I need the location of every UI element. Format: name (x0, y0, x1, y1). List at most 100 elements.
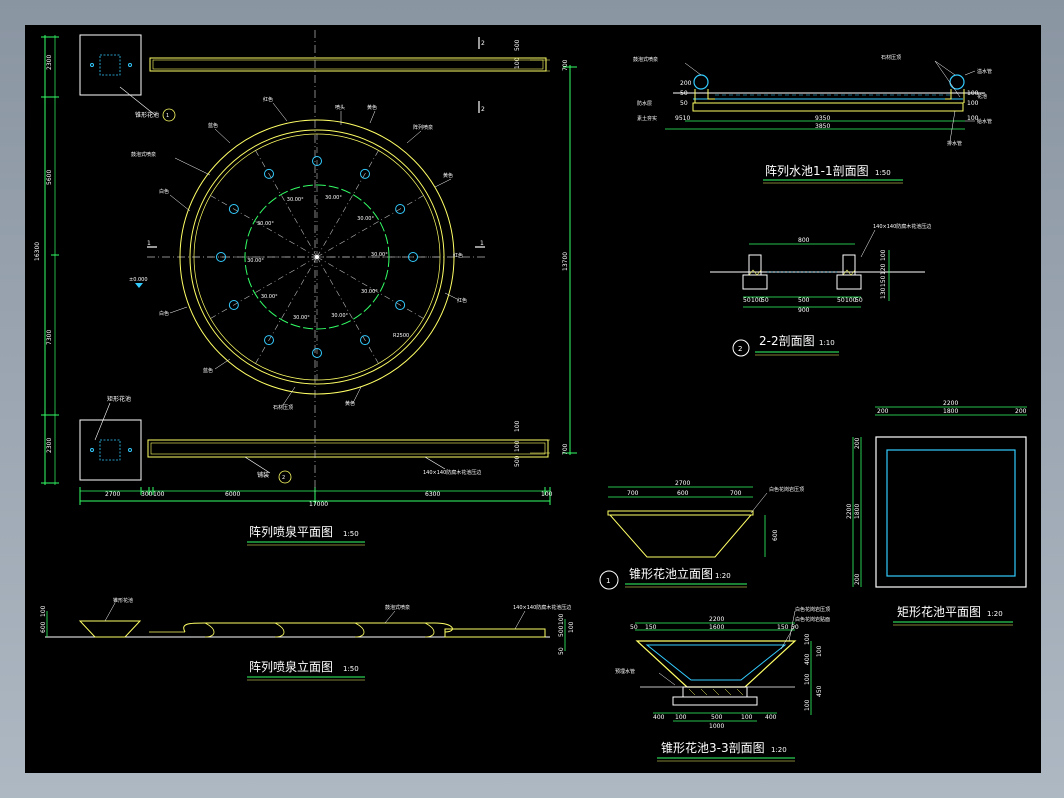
sec2-dim-3: 50 (761, 297, 769, 304)
dim-bottom-6: 100 (541, 491, 553, 498)
angle-label: 30.00° (293, 315, 310, 321)
rect-pot-plan: 2200 200 1800 200 200 2200 1800 200 矩形花池… (846, 400, 1027, 626)
angle-label: 30.00° (325, 195, 342, 201)
sec2-marker-num: 2 (738, 345, 742, 353)
cs-dim-right-1: 400 (804, 653, 811, 665)
cs-dim-top-0: 50 (630, 624, 638, 631)
cs-dim-bottom-5: 1000 (709, 723, 724, 730)
label-stone: 石材压顶 (273, 404, 293, 411)
section-mark-2-mid: 2 (481, 106, 485, 113)
cs-dim-top-1: 150 (645, 624, 657, 631)
cs-dim-top-2: 2200 (709, 616, 724, 623)
cs-dim-right-3: 100 (816, 645, 823, 657)
sec1-slab (692, 102, 964, 112)
elev-dim-right-3: 50 (558, 647, 565, 655)
sec2-dim-4: 500 (798, 297, 810, 304)
cone-title: 锥形花池立面图 (629, 566, 713, 581)
label-ring-lamp: 阵列喷泉 (413, 124, 433, 131)
label-color-3: 蓝色 (208, 122, 218, 129)
radial-line (316, 256, 379, 364)
plan-title: 阵列喷泉平面图 (249, 525, 333, 539)
label-color-2: 黄色 (367, 104, 377, 111)
section-2-2: 800 50 100 50 500 50 100 50 900 100 120 … (710, 223, 931, 357)
elev-dim-left-0: 100 (40, 605, 47, 617)
elev-dim-right-2: 100 (568, 621, 575, 633)
plan-scale: 1:50 (343, 530, 359, 538)
sec2-dim-0: 800 (798, 237, 810, 244)
rp-dim-top-3: 200 (1015, 408, 1027, 415)
dim-right-1: 700 (562, 59, 569, 71)
dim-right-4: 100 (514, 420, 521, 432)
radial-line (210, 256, 318, 319)
cone-dim-3: 700 (730, 490, 742, 497)
sec1-callout-4: 溢水管 (977, 68, 992, 75)
pool-section-1-1: 3850 9350 9510 100 200 50 50 100 100 鼓泡式… (633, 54, 992, 184)
elev-callout-3: 140×140防腐木花池压边 (513, 604, 571, 611)
rp-outer (875, 436, 1027, 588)
cone-dim-2: 600 (677, 490, 689, 497)
dim-left-0: 2300 (46, 55, 53, 70)
cs-dim-right-2: 100 (804, 673, 811, 685)
cone-marker-num: 1 (606, 577, 610, 585)
sec1-dim-5: 50 (680, 90, 688, 97)
cone-pot-section: 50 150 2200 1600 150 50 100 400 100 100 … (615, 606, 830, 762)
rp-scale: 1:20 (987, 610, 1003, 618)
fountain-plan: 2300 5600 16300 7300 2300 13700 700 500 … (34, 30, 577, 546)
elev-bench (444, 628, 546, 638)
sec1-dim-2: 9510 (675, 115, 690, 122)
label-color-4: 白色 (159, 188, 169, 195)
label-paving: 铺装 (257, 471, 269, 479)
sec2-callout: 140×140防腐木花池压边 (873, 223, 931, 230)
label-radius: R2500 (393, 333, 409, 339)
fountain-elevation: 100 600 100 500 100 50 锥形花池 鼓泡式喷泉 140×14… (40, 597, 575, 681)
cs-dim-right-5: 100 (804, 699, 811, 711)
rp-dim-top-0: 2200 (943, 400, 958, 407)
elev-dim-right-1: 500 (558, 625, 565, 637)
cs-footing (672, 696, 758, 706)
cad-drawing: 2300 5600 16300 7300 2300 13700 700 500 … (34, 30, 1027, 762)
flower-pot-top-inner (99, 54, 121, 76)
cs-base (682, 686, 748, 698)
marker-circle-1-num: 1 (166, 113, 169, 119)
sec2-dim-5: 50 (837, 297, 845, 304)
sec1-callout-0: 鼓泡式喷泉 (633, 56, 658, 63)
sec2-dim-7: 50 (855, 297, 863, 304)
dim-right-0: 13700 (562, 252, 569, 271)
dim-right-2: 500 (514, 39, 521, 51)
angle-label: 30.00° (371, 252, 388, 258)
rp-inner (886, 449, 1016, 577)
elev-fountain-mound (183, 622, 453, 633)
cone-dim-1: 700 (627, 490, 639, 497)
dim-right-3: 100 (514, 57, 521, 69)
cs-callout-0: 白色花岗岩压顶 (795, 606, 830, 613)
sec1-callout-5: 给水管 (977, 118, 992, 125)
elevation-mark: ±0.000 (129, 277, 148, 283)
elev-cone-pot (78, 620, 142, 638)
angle-label: 30.00° (361, 289, 378, 295)
label-color-6: 红色 (457, 297, 467, 304)
label-color-8: 蓝色 (203, 367, 213, 374)
cs-callout-1: 白色花岗岩贴面 (795, 616, 830, 623)
cs-callout-2: 预埋水管 (615, 668, 635, 675)
cone-pot-elevation: 2700 700 600 700 600 白色花岗岩压顶 1 锥形花池立面图 1… (599, 480, 804, 590)
cone-callout: 白色花岗岩压顶 (769, 486, 804, 493)
dim-left-2: 16300 (34, 242, 41, 261)
elev-dim-left-1: 600 (40, 621, 47, 633)
sec2-dim-10: 120 (880, 263, 887, 275)
elevation-triangle (135, 283, 143, 288)
sec1-coping-left (693, 74, 709, 90)
dim-right-7: 700 (562, 443, 569, 455)
elev-scale: 1:50 (343, 665, 359, 673)
cone-scale: 1:20 (715, 572, 731, 580)
dim-left-4: 2300 (46, 438, 53, 453)
dim-bottom-2: 100 (153, 491, 165, 498)
angle-label: 30.00° (247, 258, 264, 264)
sec1-callout-6: 排水管 (947, 140, 962, 147)
cs-dim-bottom-1: 100 (675, 714, 687, 721)
angle-label: 30.00° (261, 294, 278, 300)
section-mark-1-right: 1 (480, 240, 484, 247)
cs-title: 锥形花池3-3剖面图 (661, 740, 765, 755)
cone-body (608, 514, 753, 558)
sec2-dim-11: 150 (880, 275, 887, 287)
label-color-10: 红色 (453, 252, 463, 259)
